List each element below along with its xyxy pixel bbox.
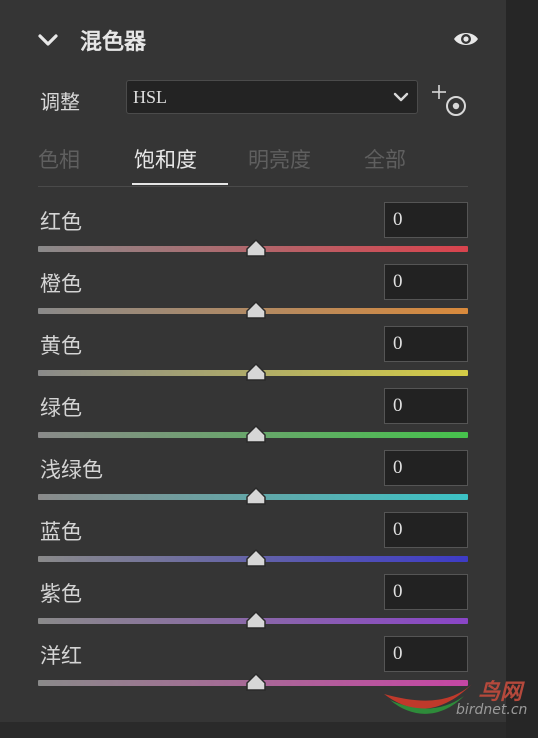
target-adjustment-icon[interactable] bbox=[430, 84, 470, 118]
color-row-red: 红色 0 bbox=[0, 202, 506, 264]
value-input-blue[interactable]: 0 bbox=[384, 512, 468, 548]
watermark-logo: 鸟网 birdnet.cn bbox=[380, 670, 530, 726]
tab-luminance[interactable]: 明亮度 bbox=[248, 144, 311, 174]
color-label-red: 红色 bbox=[40, 210, 82, 234]
color-mixer-panel: 混色器 调整 HSL 色相 饱和度 明亮度 全部 红色 0 橙色 0 黄色 0 绿色 0 浅绿色… bbox=[0, 0, 506, 722]
tab-all[interactable]: 全部 bbox=[364, 144, 406, 174]
panel-title: 混色器 bbox=[80, 30, 147, 55]
slider-thumb-aqua[interactable] bbox=[245, 486, 267, 506]
color-row-aqua: 浅绿色 0 bbox=[0, 450, 506, 512]
color-label-aqua: 浅绿色 bbox=[40, 458, 103, 482]
color-row-orange: 橙色 0 bbox=[0, 264, 506, 326]
adjust-mode-select[interactable]: HSL bbox=[126, 80, 418, 114]
value-input-purple[interactable]: 0 bbox=[384, 574, 468, 610]
value-input-orange[interactable]: 0 bbox=[384, 264, 468, 300]
color-row-green: 绿色 0 bbox=[0, 388, 506, 450]
slider-thumb-yellow[interactable] bbox=[245, 362, 267, 382]
chevron-down-icon bbox=[393, 92, 409, 102]
eye-icon[interactable] bbox=[452, 28, 480, 50]
scrollbar-track[interactable] bbox=[506, 0, 538, 738]
slider-thumb-orange[interactable] bbox=[245, 300, 267, 320]
watermark-domain: birdnet.cn bbox=[456, 702, 528, 718]
value-input-green[interactable]: 0 bbox=[384, 388, 468, 424]
slider-thumb-green[interactable] bbox=[245, 424, 267, 444]
adjust-mode-value: HSL bbox=[133, 87, 168, 107]
value-input-yellow[interactable]: 0 bbox=[384, 326, 468, 362]
color-label-blue: 蓝色 bbox=[40, 520, 82, 544]
value-input-red[interactable]: 0 bbox=[384, 202, 468, 238]
color-label-purple: 紫色 bbox=[40, 582, 82, 606]
value-input-magenta[interactable]: 0 bbox=[384, 636, 468, 672]
slider-thumb-blue[interactable] bbox=[245, 548, 267, 568]
tab-hue[interactable]: 色相 bbox=[38, 144, 80, 174]
adjust-label: 调整 bbox=[40, 90, 80, 114]
color-row-yellow: 黄色 0 bbox=[0, 326, 506, 388]
color-row-blue: 蓝色 0 bbox=[0, 512, 506, 574]
color-label-magenta: 洋红 bbox=[40, 644, 82, 668]
adjustment-tabs: 色相 饱和度 明亮度 全部 bbox=[38, 140, 468, 187]
color-label-green: 绿色 bbox=[40, 396, 82, 420]
panel-header[interactable]: 混色器 bbox=[0, 20, 506, 60]
slider-thumb-magenta[interactable] bbox=[245, 672, 267, 692]
color-label-yellow: 黄色 bbox=[40, 334, 82, 358]
slider-thumb-purple[interactable] bbox=[245, 610, 267, 630]
tab-saturation[interactable]: 饱和度 bbox=[134, 144, 197, 174]
adjust-row: 调整 HSL bbox=[0, 80, 506, 118]
value-input-aqua[interactable]: 0 bbox=[384, 450, 468, 486]
color-row-purple: 紫色 0 bbox=[0, 574, 506, 636]
active-tab-indicator bbox=[132, 183, 228, 185]
chevron-down-icon[interactable] bbox=[36, 28, 60, 52]
slider-thumb-red[interactable] bbox=[245, 238, 267, 258]
color-label-orange: 橙色 bbox=[40, 272, 82, 296]
